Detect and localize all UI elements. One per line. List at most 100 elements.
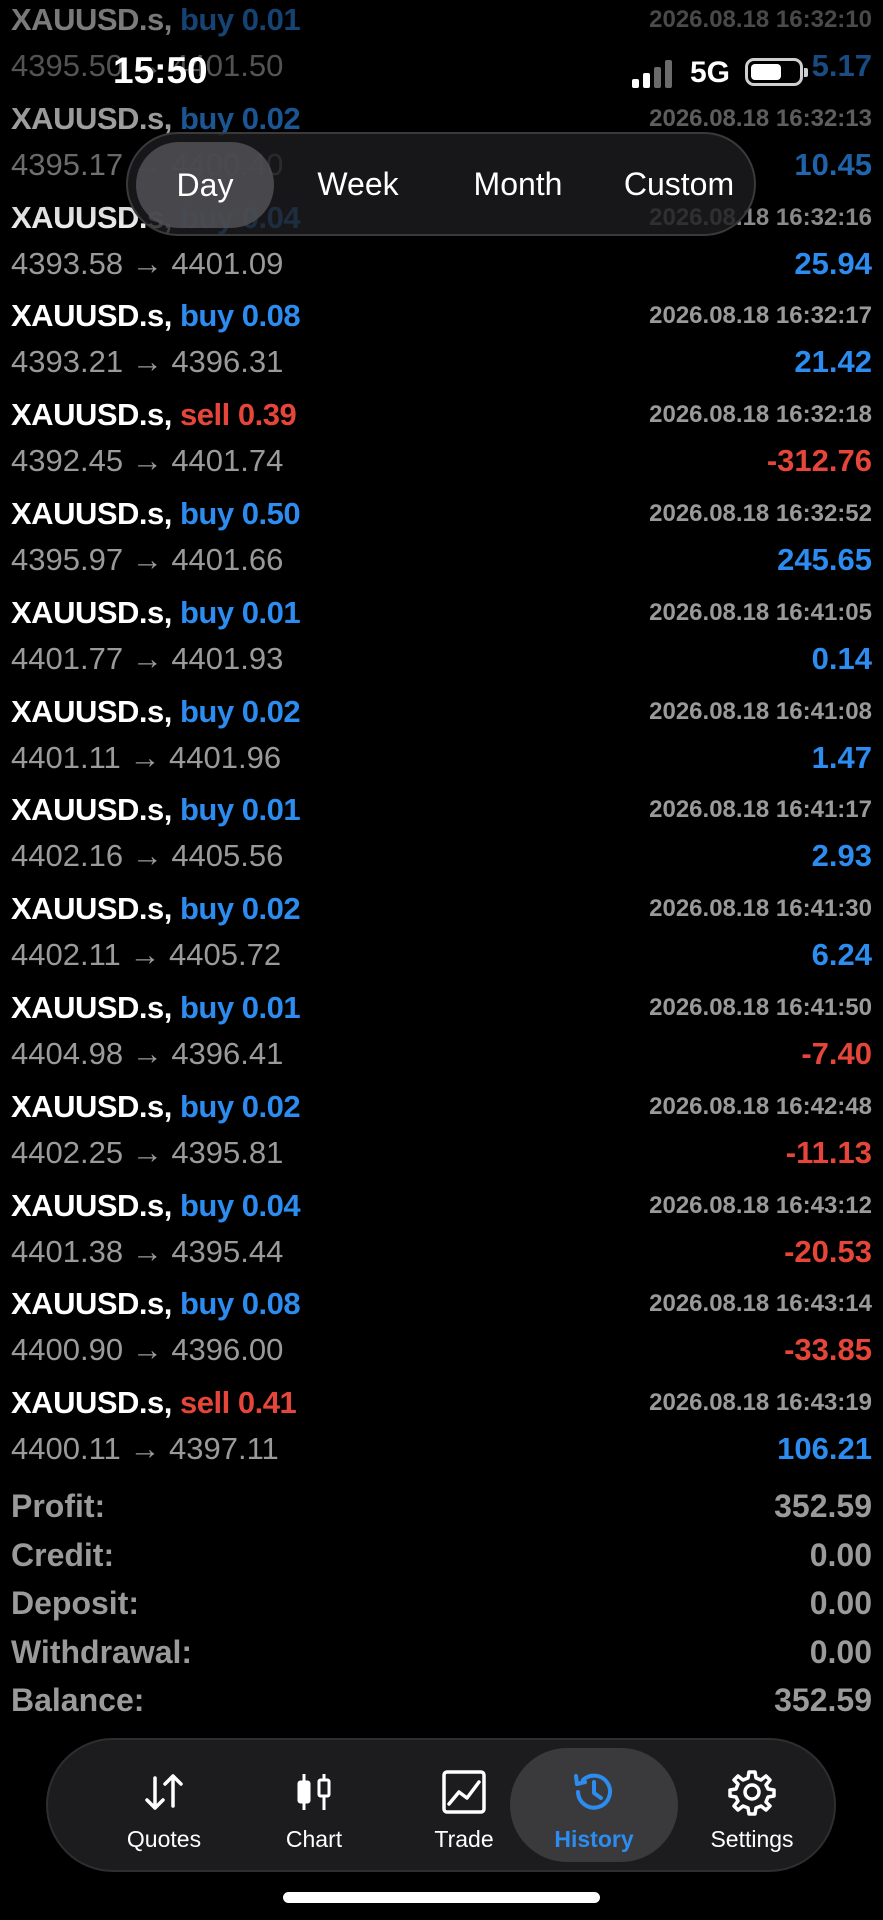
open-price: 4404.98 (11, 1035, 124, 1071)
trade-row[interactable]: XAUUSD.s, sell 0.41 2026.08.18 16:43:19 44… (0, 1383, 883, 1482)
trade-volume: 0.41 (237, 1385, 297, 1421)
trade-volume: 0.01 (241, 792, 301, 828)
open-price: 4393.58 (11, 245, 124, 281)
close-price: 4395.81 (171, 1134, 284, 1170)
arrow-icon: → (131, 1233, 163, 1269)
period-tab-custom[interactable]: Custom (606, 134, 752, 234)
trade-symbol: XAUUSD.s, (11, 792, 172, 828)
trade-profit: 6.24 (811, 937, 872, 973)
trade-volume: 0.08 (241, 298, 301, 334)
summary-label: Profit: (11, 1488, 106, 1524)
tab-chart[interactable]: Chart (244, 1740, 384, 1870)
close-price: 4401.74 (171, 443, 284, 479)
arrow-icon: → (131, 640, 163, 676)
trade-title: XAUUSD.s, buy 0.01 (11, 2, 301, 38)
close-price: 4396.00 (171, 1332, 284, 1368)
trade-direction: buy (180, 989, 234, 1025)
period-tab-week[interactable]: Week (288, 134, 428, 234)
trade-symbol: XAUUSD.s, (11, 397, 172, 433)
arrow-icon: → (129, 739, 161, 775)
trade-profit: -312.76 (766, 443, 872, 479)
trade-volume: 0.02 (241, 1088, 301, 1124)
trade-time: 2026.08.18 16:32:52 (649, 499, 872, 527)
summary-row: Withdrawal: 0.00 (0, 1630, 883, 1679)
trade-row[interactable]: XAUUSD.s, buy 0.04 2026.08.18 16:43:12 440… (0, 1186, 883, 1285)
trade-volume: 0.08 (241, 1286, 301, 1322)
tab-settings[interactable]: Settings (682, 1740, 822, 1870)
trade-profit: 21.42 (794, 344, 872, 380)
summary-label: Balance: (11, 1682, 145, 1718)
trade-symbol: XAUUSD.s, (11, 2, 172, 37)
trade-symbol: XAUUSD.s, (11, 891, 172, 927)
trade-profit: 0.14 (811, 640, 872, 676)
trade-row[interactable]: XAUUSD.s, buy 0.01 2026.08.18 16:41:17 440… (0, 790, 883, 889)
trade-time: 2026.08.18 16:41:05 (649, 598, 872, 626)
trade-volume: 0.04 (241, 1187, 301, 1223)
close-price: 4401.96 (169, 739, 282, 775)
trade-row[interactable]: XAUUSD.s, buy 0.08 2026.08.18 16:43:14 440… (0, 1284, 883, 1383)
trade-title: XAUUSD.s, buy 0.02 (11, 1088, 301, 1125)
trade-volume: 0.01 (241, 594, 301, 630)
trade-symbol: XAUUSD.s, (11, 1187, 172, 1223)
open-price: 4401.38 (11, 1233, 124, 1269)
open-price: 4402.11 (11, 937, 121, 973)
open-price: 4400.11 (11, 1431, 121, 1467)
trade-title: XAUUSD.s, buy 0.02 (11, 693, 301, 730)
history-summary: Profit: 352.59 Credit: 0.00 Deposit: 0.00 With… (0, 1484, 883, 1727)
summary-value: 352.59 (774, 1682, 872, 1718)
trade-symbol: XAUUSD.s, (11, 693, 172, 729)
trade-direction: buy (180, 1187, 234, 1223)
close-price: 4396.41 (171, 1035, 284, 1071)
period-selector: Day Week Month Custom (126, 132, 756, 236)
trade-time: 2026.08.18 16:32:13 (649, 104, 872, 132)
trade-chart-icon (442, 1770, 486, 1814)
trade-row[interactable]: XAUUSD.s, buy 0.01 2026.08.18 16:41:05 440… (0, 593, 883, 692)
arrow-icon: → (131, 344, 163, 380)
quotes-arrows-icon (145, 1774, 183, 1810)
trade-row[interactable]: XAUUSD.s, buy 0.50 2026.08.18 16:32:52 439… (0, 494, 883, 593)
trade-row[interactable]: XAUUSD.s, buy 0.02 2026.08.18 16:42:48 440… (0, 1087, 883, 1186)
trade-direction: buy (180, 792, 234, 828)
tab-label: Settings (710, 1826, 794, 1852)
summary-label: Deposit: (11, 1585, 139, 1621)
trade-title: XAUUSD.s, buy 0.50 (11, 496, 301, 532)
trade-volume: 0.01 (241, 2, 301, 37)
trade-title: XAUUSD.s, buy 0.04 (11, 1187, 301, 1224)
trade-symbol: XAUUSD.s, (11, 1286, 172, 1322)
summary-value: 0.00 (809, 1536, 872, 1573)
trade-prices: 4400.90 → 4396.00 (11, 1332, 283, 1368)
open-price: 4395.97 (11, 541, 124, 577)
trade-title: XAUUSD.s, buy 0.01 (11, 594, 301, 631)
trade-prices: 4402.25 → 4395.81 (11, 1135, 283, 1171)
trade-time: 2026.08.18 16:42:48 (649, 1092, 872, 1120)
trade-profit: 5.17 (811, 48, 872, 83)
open-price: 4402.25 (11, 1134, 124, 1170)
trade-direction: buy (180, 1088, 234, 1124)
close-price: 4397.11 (169, 1431, 279, 1467)
trade-prices: 4402.16 → 4405.56 (11, 838, 283, 874)
close-price: 4395.44 (171, 1233, 284, 1269)
trade-prices: 4401.11 → 4401.96 (11, 740, 281, 776)
tab-label: Chart (285, 1826, 343, 1852)
trade-symbol: XAUUSD.s, (11, 100, 172, 136)
tab-quotes[interactable]: Quotes (94, 1740, 234, 1870)
home-indicator[interactable] (283, 1892, 600, 1903)
trade-volume: 0.39 (237, 397, 297, 433)
arrow-icon: → (131, 1134, 163, 1170)
arrow-icon: → (129, 1431, 161, 1467)
period-tab-day[interactable]: Day (136, 142, 274, 228)
trade-row[interactable]: XAUUSD.s, buy 0.08 2026.08.18 16:32:17 439… (0, 296, 883, 395)
trade-volume: 0.02 (241, 693, 301, 729)
close-price: 4405.72 (169, 937, 282, 973)
trade-row[interactable]: XAUUSD.s, sell 0.39 2026.08.18 16:32:18 43… (0, 395, 883, 494)
summary-row: Balance: 352.59 (0, 1678, 883, 1727)
trade-row[interactable]: XAUUSD.s, buy 0.02 2026.08.18 16:41:30 440… (0, 889, 883, 988)
summary-label: Withdrawal: (11, 1633, 193, 1670)
trade-title: XAUUSD.s, buy 0.01 (11, 989, 301, 1026)
trade-row[interactable]: XAUUSD.s, buy 0.02 2026.08.18 16:41:08 440… (0, 692, 883, 791)
trade-row[interactable]: XAUUSD.s, buy 0.01 2026.08.18 16:41:50 440… (0, 988, 883, 1087)
tab-history[interactable]: History (510, 1748, 678, 1862)
trade-direction: buy (180, 594, 234, 630)
period-tab-month[interactable]: Month (442, 134, 594, 234)
status-time: 15:50 (113, 50, 208, 91)
